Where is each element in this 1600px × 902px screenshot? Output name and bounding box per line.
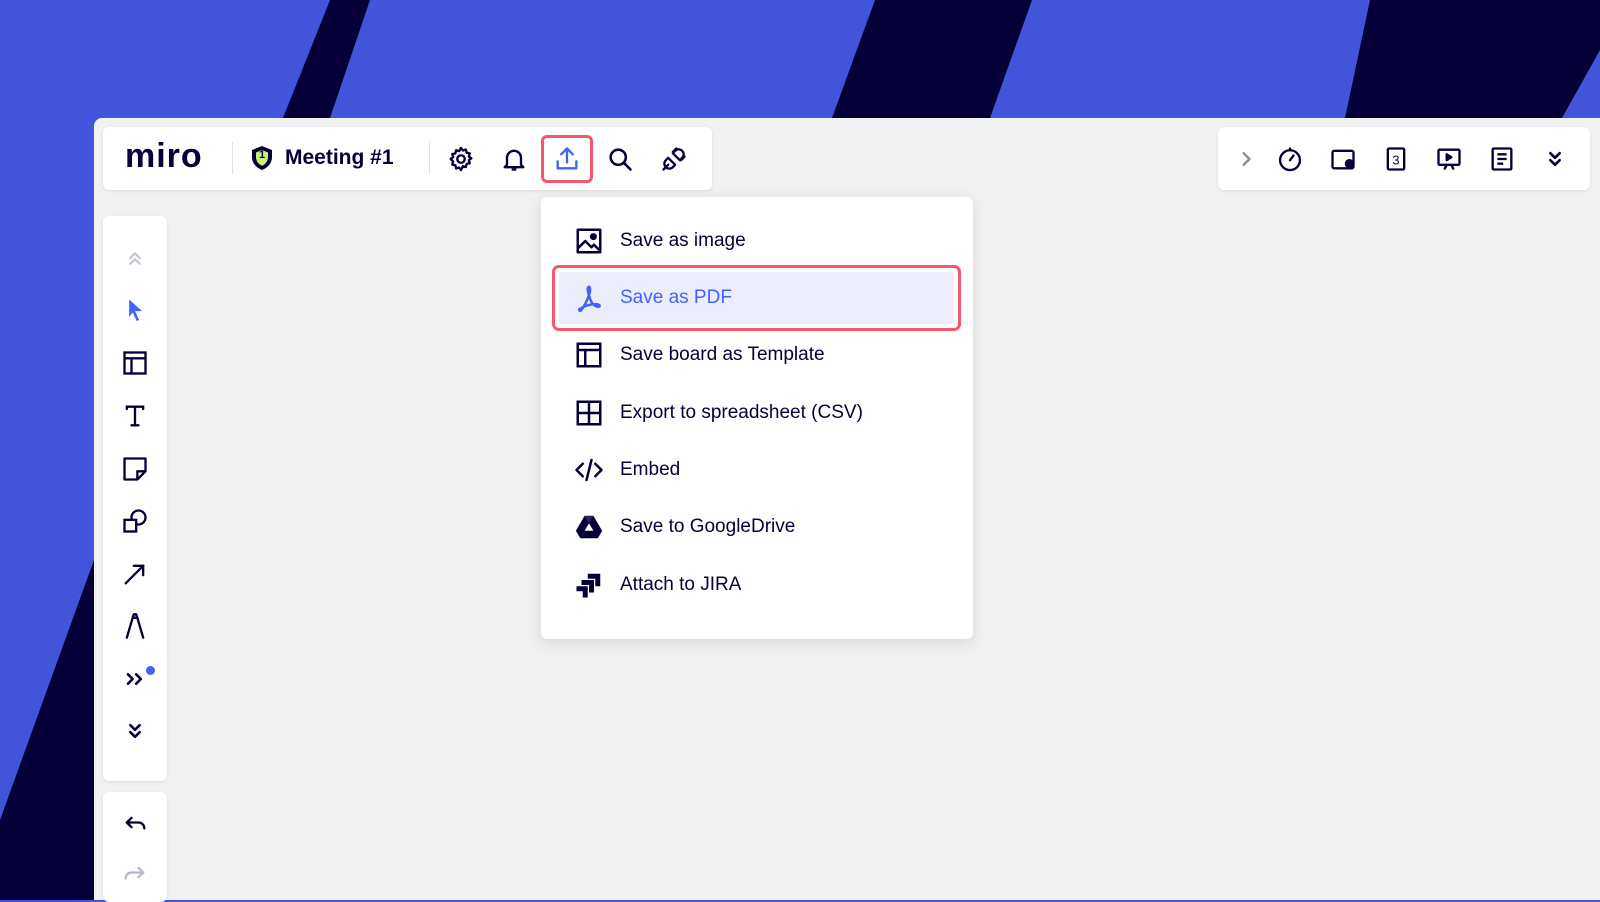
shield-badge-number: 1	[258, 149, 266, 161]
menu-item-label: Save board as Template	[620, 344, 825, 365]
menu-item-label: Export to spreadsheet (CSV)	[620, 402, 863, 423]
menu-item-label: Save as image	[620, 230, 746, 251]
countdown-icon[interactable]: 3	[1376, 139, 1416, 179]
export-menu: Save as image Save as PDF Save board as …	[541, 197, 973, 639]
miro-logo[interactable]: miro	[125, 137, 203, 176]
search-icon[interactable]	[600, 139, 640, 179]
menu-item-label: Attach to JIRA	[620, 574, 742, 595]
menu-item-embed[interactable]: Embed	[541, 443, 973, 497]
top-left-toolbar: miro 1 Meeting #1	[103, 127, 712, 190]
chevrons-down-icon[interactable]	[1535, 139, 1575, 179]
bell-icon[interactable]	[494, 139, 534, 179]
cursor-icon[interactable]	[117, 292, 153, 328]
export-button[interactable]	[541, 135, 593, 183]
divider	[232, 142, 233, 174]
redo-icon[interactable]	[117, 858, 153, 894]
pdf-icon	[573, 282, 605, 314]
menu-item-save-pdf[interactable]: Save as PDF	[541, 271, 973, 325]
shapes-icon[interactable]	[117, 503, 153, 539]
divider	[429, 142, 430, 174]
menu-item-jira[interactable]: Attach to JIRA	[541, 558, 973, 612]
timer-icon[interactable]	[1270, 139, 1310, 179]
notes-icon[interactable]	[1482, 139, 1522, 179]
chevrons-up-icon[interactable]	[117, 240, 153, 276]
google-drive-icon	[573, 511, 605, 543]
menu-item-save-template[interactable]: Save board as Template	[541, 328, 973, 382]
menu-item-google-drive[interactable]: Save to GoogleDrive	[541, 500, 973, 554]
menu-item-export-csv[interactable]: Export to spreadsheet (CSV)	[541, 386, 973, 440]
svg-text:3: 3	[1392, 152, 1399, 167]
chevron-right-icon[interactable]	[1226, 139, 1266, 179]
jira-icon	[573, 569, 605, 601]
menu-item-save-image[interactable]: Save as image	[541, 214, 973, 268]
plug-icon[interactable]	[654, 139, 694, 179]
shield-icon: 1	[249, 144, 275, 172]
gear-icon[interactable]	[441, 139, 481, 179]
board-title[interactable]: 1 Meeting #1	[249, 143, 394, 173]
image-icon	[573, 225, 605, 257]
notification-dot	[146, 666, 155, 675]
undo-redo-toolbar	[103, 792, 167, 902]
presentation-icon[interactable]	[1429, 139, 1469, 179]
undo-icon[interactable]	[117, 808, 153, 844]
sticky-note-icon[interactable]	[117, 451, 153, 487]
table-icon	[573, 397, 605, 429]
frame-icon[interactable]	[117, 345, 153, 381]
board-name: Meeting #1	[285, 146, 394, 169]
left-toolbar	[103, 216, 167, 781]
pen-icon[interactable]	[117, 608, 153, 644]
menu-item-label: Save as PDF	[620, 287, 732, 308]
code-icon	[573, 454, 605, 486]
text-icon[interactable]	[117, 398, 153, 434]
arrow-icon[interactable]	[117, 556, 153, 592]
card-icon[interactable]	[1323, 139, 1363, 179]
menu-item-label: Embed	[620, 459, 681, 480]
menu-item-label: Save to GoogleDrive	[620, 516, 796, 537]
upload-icon	[556, 147, 578, 170]
template-icon	[573, 339, 605, 371]
chevrons-down-icon[interactable]	[117, 713, 153, 749]
top-right-toolbar: 3	[1218, 127, 1590, 190]
